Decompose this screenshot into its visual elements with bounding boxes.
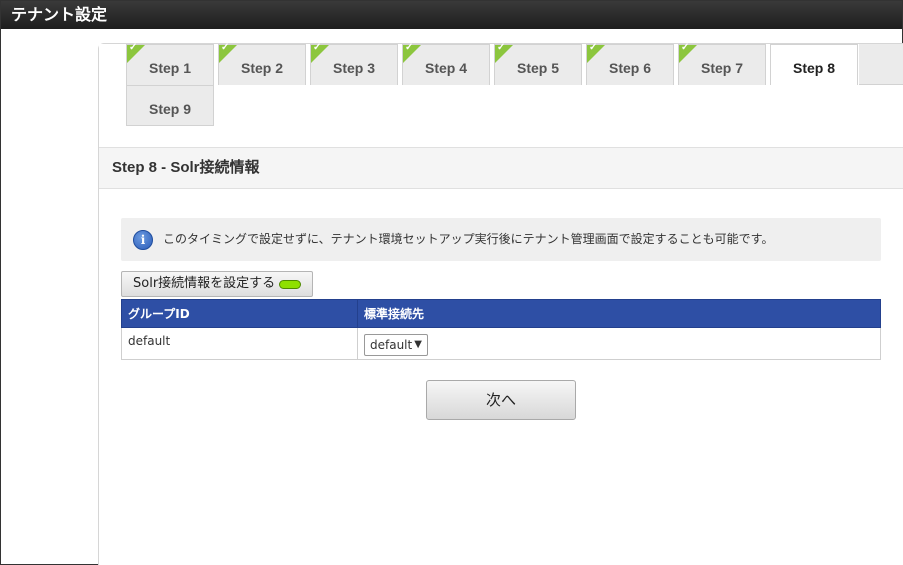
tab-step-7[interactable]: ✓ Step 7 [678, 42, 766, 85]
tab-step-4[interactable]: ✓ Step 4 [402, 42, 490, 85]
tab-step-9[interactable]: Step 9 [126, 85, 214, 126]
section-title: Step 8 - Solr接続情報 [99, 147, 903, 189]
tab-step-3[interactable]: ✓ Step 3 [310, 42, 398, 85]
window-title: テナント設定 [1, 1, 902, 29]
tab-step-5[interactable]: ✓ Step 5 [494, 42, 582, 85]
info-icon: i [133, 230, 153, 250]
tab-step-8[interactable]: Step 8 [770, 44, 858, 85]
wizard-panel: ✓ Step 1 ✓ Step 2 ✓ Step 3 ✓ Step 4 ✓ St… [98, 42, 903, 565]
tab-step-2[interactable]: ✓ Step 2 [218, 42, 306, 85]
table-header-row: グループID 標準接続先 [121, 299, 881, 328]
tabs-filler [859, 44, 903, 85]
tab-step-6[interactable]: ✓ Step 6 [586, 42, 674, 85]
info-message: i このタイミングで設定せずに、テナント環境セットアップ実行後にテナント管理画面… [121, 218, 881, 261]
tab-step-1[interactable]: ✓ Step 1 [126, 42, 214, 85]
connection-cell: default ▼ [357, 327, 881, 360]
column-header-default-connection: 標準接続先 [357, 299, 881, 328]
column-header-group-id: グループID [121, 299, 358, 328]
connection-table: グループID 標準接続先 default default ▼ [121, 299, 881, 360]
status-led-icon [279, 280, 301, 289]
set-solr-connection-button[interactable]: Solr接続情報を設定する [121, 271, 313, 297]
table-row: default default ▼ [121, 327, 881, 360]
connection-select[interactable]: default ▼ [364, 333, 428, 356]
group-id-cell: default [121, 327, 358, 360]
info-text: このタイミングで設定せずに、テナント環境セットアップ実行後にテナント管理画面で設… [163, 232, 774, 246]
dropdown-arrow-icon: ▼ [414, 338, 422, 350]
step-tabs: ✓ Step 1 ✓ Step 2 ✓ Step 3 ✓ Step 4 ✓ St… [99, 42, 903, 147]
next-button[interactable]: 次へ [426, 380, 576, 420]
